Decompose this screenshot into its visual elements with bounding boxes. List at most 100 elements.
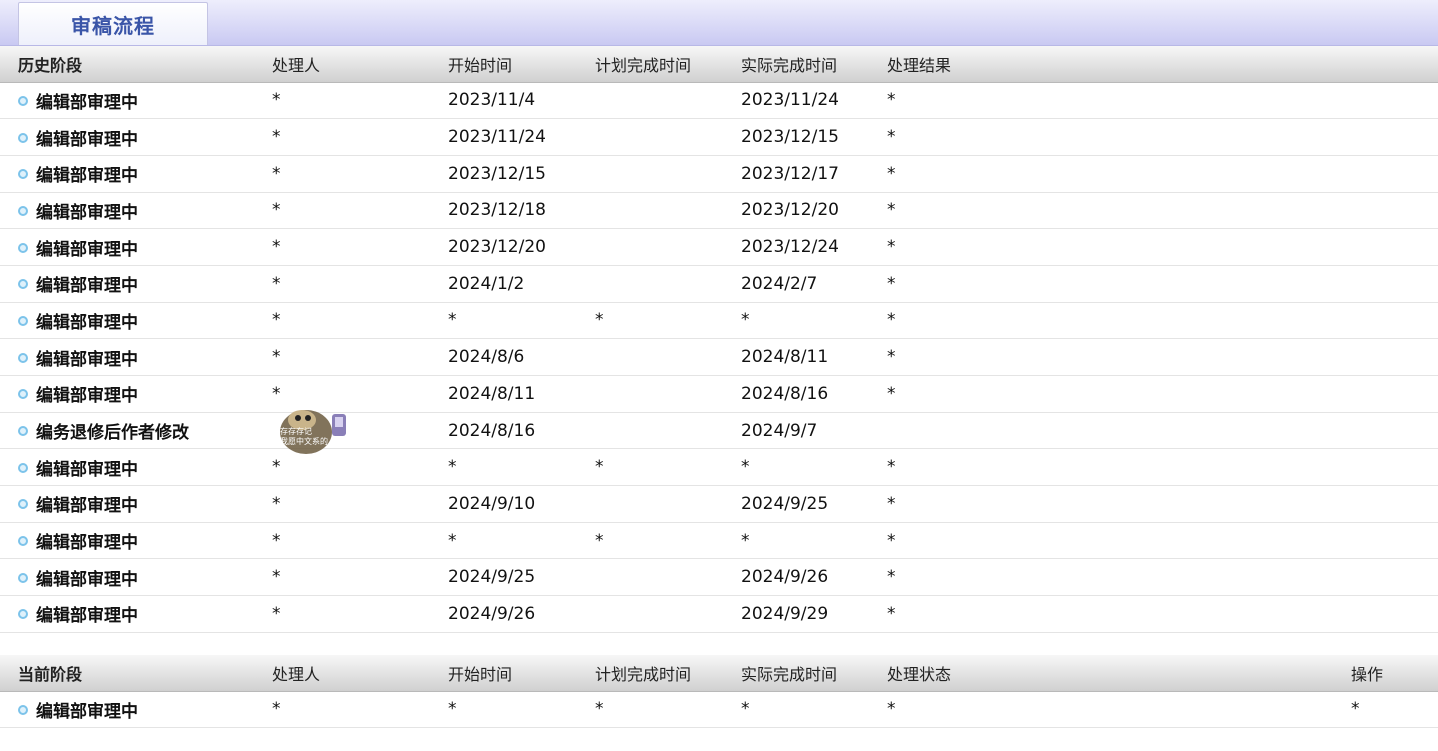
table-cell: 2023/12/20 <box>448 228 595 266</box>
stage-label: 编辑部审理中 <box>36 496 138 517</box>
stage-cell: 编辑部审理中 <box>0 338 272 376</box>
tab-bar: 审稿流程 <box>0 0 1438 46</box>
col-planned-finish: 计划完成时间 <box>595 655 741 692</box>
stage-cell: 编辑部审理中 <box>0 265 272 303</box>
table-cell: * <box>887 522 1438 560</box>
table-cell: * <box>887 302 1438 340</box>
stage-cell: 编辑部审理中 <box>0 595 272 633</box>
table-cell: 2024/9/10 <box>448 485 595 523</box>
table-cell: * <box>272 265 448 303</box>
stage-label: 编辑部审理中 <box>36 166 138 187</box>
history-header-row: 历史阶段 处理人 开始时间 计划完成时间 实际完成时间 处理结果 <box>0 46 1438 83</box>
stage-label: 编辑部审理中 <box>36 239 138 260</box>
table-cell: * <box>595 522 741 560</box>
col-handler: 处理人 <box>272 655 448 692</box>
table-cell: * <box>448 691 595 729</box>
table-cell: * <box>272 155 448 193</box>
bullet-icon <box>18 95 28 106</box>
table-cell: * <box>887 375 1438 413</box>
table-cell: * <box>887 595 1438 633</box>
table-row: 编辑部审理中 * 2024/8/6 2024/8/11 * <box>0 338 1438 376</box>
table-cell: 2023/11/24 <box>448 118 595 156</box>
stage-cell: 编务退修后作者修改 <box>0 412 272 450</box>
table-cell: * <box>595 691 741 729</box>
stage-label: 编辑部审理中 <box>36 569 138 590</box>
table-cell: * <box>887 691 1033 729</box>
watermark-line-2: 我愿中文系的 <box>280 436 328 446</box>
table-cell: * <box>741 522 887 560</box>
table-cell: 2024/9/7 <box>741 412 887 450</box>
table-cell: * <box>448 522 595 560</box>
table-cell: * <box>741 302 887 340</box>
table-row: 编辑部审理中 * * * * * * <box>0 691 1438 729</box>
table-cell: 2024/9/26 <box>448 595 595 633</box>
table-cell <box>595 118 741 156</box>
table-cell: 2023/12/20 <box>741 192 887 230</box>
tab-review-process[interactable]: 审稿流程 <box>18 2 208 45</box>
stage-cell: 编辑部审理中 <box>0 485 272 523</box>
col-planned-finish: 计划完成时间 <box>595 46 741 83</box>
stage-cell: 编辑部审理中 <box>0 522 272 560</box>
bullet-icon <box>18 704 28 715</box>
table-cell: * <box>887 265 1438 303</box>
col-status: 处理状态 <box>887 655 1033 692</box>
col-spacer <box>1033 655 1351 692</box>
table-row: 编辑部审理中 * 2024/9/25 2024/9/26 * <box>0 558 1438 597</box>
bullet-icon <box>18 609 28 620</box>
table-cell: * <box>272 82 448 120</box>
table-cell: * <box>595 448 741 487</box>
table-cell: * <box>272 558 448 597</box>
table-cell: * <box>272 192 448 230</box>
table-cell: * <box>448 302 595 340</box>
stage-cell: 编辑部审理中 <box>0 118 272 156</box>
table-cell: * <box>887 228 1438 266</box>
table-cell: 2023/11/24 <box>741 82 887 120</box>
table-cell: * <box>272 338 448 376</box>
stage-label: 编务退修后作者修改 <box>36 423 189 444</box>
table-cell: 2024/9/26 <box>741 558 887 597</box>
stage-label: 编辑部审理中 <box>36 533 138 554</box>
table-cell: * <box>887 82 1438 120</box>
col-action: 操作 <box>1351 655 1438 692</box>
table-cell: * <box>272 522 448 560</box>
bullet-icon <box>18 279 28 290</box>
col-result: 处理结果 <box>887 46 1438 83</box>
table-cell: 2023/12/15 <box>741 118 887 156</box>
table-row: 编辑部审理中 * 2024/8/11 2024/8/16 * <box>0 375 1438 413</box>
table-row: 编辑部审理中 * * * * * <box>0 302 1438 340</box>
table-cell <box>595 595 741 633</box>
bullet-icon <box>18 426 28 437</box>
table-cell: 2023/12/18 <box>448 192 595 230</box>
table-cell: * <box>887 448 1438 487</box>
history-table: 历史阶段 处理人 开始时间 计划完成时间 实际完成时间 处理结果 编辑部审理中 *… <box>0 46 1438 633</box>
watermark-line-1: 存存存记 <box>280 426 312 436</box>
table-row: 编务退修后作者修改 2024/8/16 2024/9/7 <box>0 412 1438 450</box>
stage-cell: 编辑部审理中 <box>0 691 272 729</box>
stage-label: 编辑部审理中 <box>36 312 138 333</box>
table-cell <box>1033 691 1351 729</box>
table-cell: * <box>887 338 1438 376</box>
bullet-icon <box>18 352 28 363</box>
table-cell <box>595 338 741 376</box>
stage-cell: 编辑部审理中 <box>0 82 272 120</box>
bullet-icon <box>18 169 28 180</box>
table-cell: * <box>272 302 448 340</box>
col-handler: 处理人 <box>272 46 448 83</box>
stage-cell: 编辑部审理中 <box>0 558 272 597</box>
stage-cell: 编辑部审理中 <box>0 155 272 193</box>
table-cell: 2024/9/25 <box>741 485 887 523</box>
table-cell: 2024/2/7 <box>741 265 887 303</box>
table-cell: * <box>741 448 887 487</box>
bullet-icon <box>18 132 28 143</box>
bullet-icon <box>18 499 28 510</box>
stage-label: 编辑部审理中 <box>36 606 138 627</box>
table-cell <box>595 192 741 230</box>
table-cell <box>887 412 1438 450</box>
table-cell: * <box>272 118 448 156</box>
table-cell <box>595 228 741 266</box>
table-cell: 2024/8/6 <box>448 338 595 376</box>
stage-cell: 编辑部审理中 <box>0 228 272 266</box>
col-start-time: 开始时间 <box>448 46 595 83</box>
stage-label: 编辑部审理中 <box>36 701 138 722</box>
bullet-icon <box>18 242 28 253</box>
